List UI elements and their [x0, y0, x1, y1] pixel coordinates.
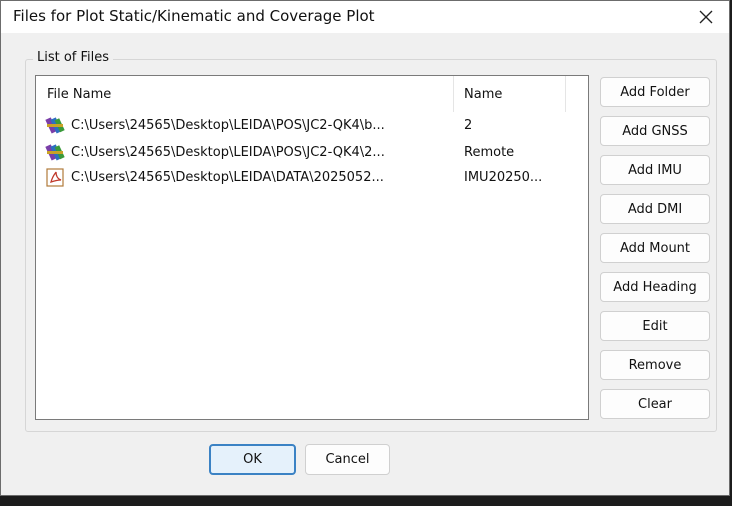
add-imu-button[interactable]: Add IMU [600, 155, 710, 185]
add-mount-button[interactable]: Add Mount [600, 233, 710, 263]
list-item[interactable]: C:\Users\24565\Desktop\LEIDA\POS\JC2-QK4… [36, 116, 588, 135]
list-item-name: Remote [464, 145, 515, 160]
winrar-archive-icon [44, 116, 66, 135]
list-header: File Name Name [36, 76, 588, 112]
add-gnss-button[interactable]: Add GNSS [600, 116, 710, 146]
add-folder-button[interactable]: Add Folder [600, 77, 710, 107]
list-item-name: 2 [464, 118, 473, 133]
ok-button[interactable]: OK [209, 444, 296, 475]
remove-button[interactable]: Remove [600, 350, 710, 380]
add-heading-button[interactable]: Add Heading [600, 272, 710, 302]
background-desktop [0, 496, 732, 506]
file-list[interactable]: File Name Name C:\Users\24565\Desktop\LE… [35, 75, 589, 420]
list-item-path: C:\Users\24565\Desktop\LEIDA\POS\JC2-QK4… [71, 118, 385, 133]
list-item-name: IMU20250... [464, 170, 543, 185]
dialog-window: Files for Plot Static/Kinematic and Cove… [0, 0, 730, 496]
pdf-document-icon [44, 168, 66, 187]
cancel-button[interactable]: Cancel [305, 444, 390, 475]
winrar-archive-icon [44, 143, 66, 162]
list-item-path: C:\Users\24565\Desktop\LEIDA\POS\JC2-QK4… [71, 145, 385, 160]
groupbox-label: List of Files [33, 50, 114, 65]
close-button[interactable] [683, 1, 729, 33]
edit-button[interactable]: Edit [600, 311, 710, 341]
column-header-file-name[interactable]: File Name [36, 76, 454, 112]
title-bar[interactable]: Files for Plot Static/Kinematic and Cove… [1, 1, 729, 33]
list-item[interactable]: C:\Users\24565\Desktop\LEIDA\POS\JC2-QK4… [36, 143, 588, 162]
close-icon [699, 10, 713, 24]
list-item[interactable]: C:\Users\24565\Desktop\LEIDA\DATA\202505… [36, 168, 588, 187]
clear-button[interactable]: Clear [600, 389, 710, 419]
add-dmi-button[interactable]: Add DMI [600, 194, 710, 224]
column-header-name[interactable]: Name [454, 76, 566, 112]
window-title: Files for Plot Static/Kinematic and Cove… [13, 7, 375, 25]
list-item-path: C:\Users\24565\Desktop\LEIDA\DATA\202505… [71, 170, 384, 185]
